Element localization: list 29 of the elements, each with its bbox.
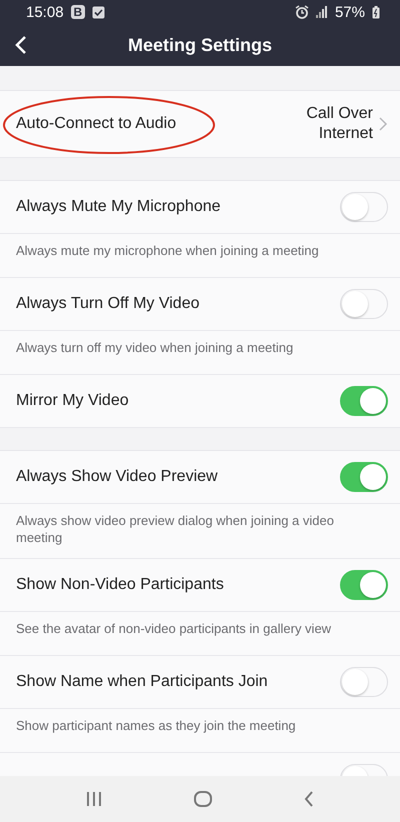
- row-title: Show Name when Participants Join: [16, 673, 269, 691]
- chevron-icon: [379, 117, 388, 131]
- battery-icon: [372, 6, 380, 18]
- checkbox-icon: [92, 6, 106, 18]
- row-title: Show Non-Video Participants: [16, 576, 225, 594]
- row-title: Always Turn Off My Video: [16, 295, 200, 313]
- recents-icon[interactable]: [86, 792, 102, 806]
- toggle-switch[interactable]: [340, 462, 388, 492]
- row-description: Always show video preview dialog when joining a video meeting: [0, 504, 400, 559]
- toggle-switch[interactable]: [340, 386, 388, 416]
- row-description: See the avatar of non-video participants in gallery view: [0, 612, 400, 656]
- row-title: Mirror My Video: [16, 392, 130, 410]
- toggle-switch[interactable]: [340, 570, 388, 600]
- row-description: Always turn off my video when joining a meeting: [0, 331, 400, 375]
- status-time: 15:08: [26, 4, 64, 20]
- row-title: Always Show Video Preview: [16, 468, 219, 486]
- screen-title: Meeting Settings: [128, 34, 272, 56]
- row-title: Auto-Connect to Audio: [16, 115, 178, 133]
- row-description: Show participant names as they join the meeting: [0, 709, 400, 753]
- row-value: Call Over Internet: [305, 104, 373, 144]
- row-title: Always Mute My Microphone: [16, 198, 222, 216]
- notification-badge: B: [70, 5, 86, 19]
- battery-percent: 57%: [334, 4, 365, 20]
- home-icon[interactable]: [194, 791, 212, 807]
- alarm-icon: [294, 5, 309, 19]
- back-icon[interactable]: [14, 35, 28, 55]
- row-description: Always mute my microphone when joining a meeting: [0, 234, 400, 278]
- signal-icon: [316, 6, 328, 18]
- settings-row[interactable]: Auto-Connect to Audio Call Over Internet: [0, 91, 400, 158]
